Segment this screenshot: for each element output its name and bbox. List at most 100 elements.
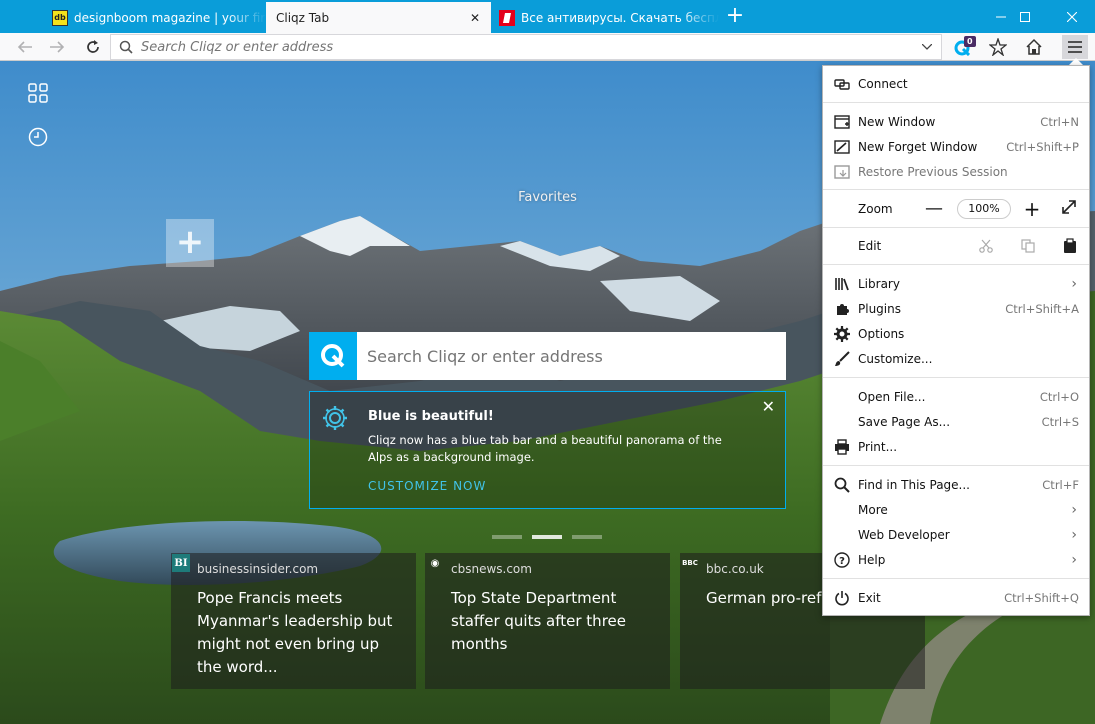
bookmarks-button[interactable] xyxy=(985,35,1011,59)
paintbrush-icon xyxy=(833,350,851,368)
tab-title: Cliqz Tab xyxy=(276,10,330,25)
menu-item-open-file[interactable]: Open File... Ctrl+O xyxy=(823,384,1089,409)
svg-text:?: ? xyxy=(839,556,845,567)
bbc-icon: BBC xyxy=(682,559,698,567)
zoom-out-button[interactable]: — xyxy=(925,198,943,219)
maximize-button[interactable] xyxy=(1002,0,1048,33)
news-domain: bbc.co.uk xyxy=(706,562,764,576)
dropdown-arrow-icon[interactable] xyxy=(913,44,941,50)
cut-icon[interactable] xyxy=(976,239,996,253)
add-favorite-button[interactable]: + xyxy=(166,219,214,267)
forward-button[interactable] xyxy=(44,35,70,59)
power-icon xyxy=(833,589,851,607)
menu-label: Find in This Page... xyxy=(858,477,970,492)
news-headline[interactable]: Top State Department staffer quits after… xyxy=(451,587,651,656)
chevron-right-icon: › xyxy=(1071,501,1077,518)
news-pager xyxy=(492,535,602,539)
menu-item-connect[interactable]: Connect xyxy=(823,71,1089,96)
back-button[interactable] xyxy=(12,35,38,59)
zoom-reset-button[interactable]: 100% xyxy=(957,198,1011,219)
pager-dot[interactable] xyxy=(492,535,522,539)
menu-item-library[interactable]: Library › xyxy=(823,271,1089,296)
tab-designboom[interactable]: db designboom magazine | your first xyxy=(48,2,266,33)
menu-item-customize[interactable]: Customize... xyxy=(823,346,1089,371)
menu-item-help[interactable]: ? Help › xyxy=(823,547,1089,572)
tab-cliqz[interactable]: Cliqz Tab ✕ xyxy=(266,2,491,33)
menu-label: Help xyxy=(858,552,886,567)
close-promo-icon[interactable]: ✕ xyxy=(762,397,775,416)
forget-window-icon xyxy=(833,138,851,156)
menu-label: Restore Previous Session xyxy=(858,164,1008,179)
menu-item-new-forget-window[interactable]: New Forget Window Ctrl+Shift+P xyxy=(823,134,1089,159)
news-card[interactable]: ◉ cbsnews.com Top State Department staff… xyxy=(425,553,670,689)
news-domain: businessinsider.com xyxy=(197,562,319,576)
reload-icon xyxy=(87,40,99,53)
cbs-eye-icon: ◉ xyxy=(430,557,440,569)
chevron-right-icon: › xyxy=(1071,526,1077,543)
menu-item-exit[interactable]: Exit Ctrl+Shift+Q xyxy=(823,585,1089,610)
tab-antivirus[interactable]: Все антивирусы. Скачать беспла xyxy=(493,2,719,33)
menu-label: Library xyxy=(858,276,900,291)
copy-icon[interactable] xyxy=(1018,238,1038,253)
address-input[interactable] xyxy=(141,39,913,55)
home-button[interactable] xyxy=(1021,35,1047,59)
navigation-bar: 0 xyxy=(0,33,1095,61)
close-icon xyxy=(1067,11,1077,22)
pager-dot-active[interactable] xyxy=(532,535,562,539)
fullscreen-icon[interactable] xyxy=(1061,199,1079,218)
restore-session-icon xyxy=(833,163,851,181)
printer-icon xyxy=(833,438,851,456)
open-menu-button[interactable] xyxy=(1062,35,1088,59)
menu-label: Exit xyxy=(858,590,881,605)
menu-divider xyxy=(823,377,1089,378)
close-window-button[interactable] xyxy=(1049,0,1095,33)
paste-icon[interactable] xyxy=(1060,237,1080,254)
menu-divider xyxy=(823,227,1089,228)
close-tab-icon[interactable]: ✕ xyxy=(467,11,483,25)
menu-divider xyxy=(823,264,1089,265)
news-headline[interactable]: Pope Francis meets Myanmar's leadership … xyxy=(197,587,397,679)
customize-now-link[interactable]: CUSTOMIZE NOW xyxy=(368,479,486,493)
chevron-right-icon: › xyxy=(1071,275,1077,292)
search-input[interactable] xyxy=(357,346,786,366)
menu-label: Customize... xyxy=(858,351,933,366)
news-card[interactable]: BI businessinsider.com Pope Francis meet… xyxy=(171,553,416,689)
menu-item-zoom: Zoom — 100% + xyxy=(823,196,1089,221)
menu-label: New Forget Window xyxy=(858,139,978,154)
shortcut: Ctrl+F xyxy=(1042,477,1079,492)
history-clock-icon[interactable] xyxy=(28,127,48,147)
businessinsider-icon: BI xyxy=(172,554,190,572)
menu-label: More xyxy=(858,502,888,517)
menu-label: New Window xyxy=(858,114,936,129)
menu-item-find[interactable]: Find in This Page... Ctrl+F xyxy=(823,472,1089,497)
cliqz-search-box[interactable] xyxy=(309,332,786,380)
menu-label: Edit xyxy=(858,238,882,253)
menu-divider xyxy=(823,465,1089,466)
new-tab-button[interactable]: + xyxy=(722,4,748,30)
help-icon: ? xyxy=(833,551,851,569)
menu-label: Open File... xyxy=(858,389,926,404)
cliqz-extension-button[interactable]: 0 xyxy=(952,36,976,58)
menu-item-save-page[interactable]: Save Page As... Ctrl+S xyxy=(823,409,1089,434)
home-icon xyxy=(1026,38,1042,55)
menu-item-new-window[interactable]: New Window Ctrl+N xyxy=(823,109,1089,134)
star-icon xyxy=(989,38,1007,56)
menu-divider xyxy=(823,102,1089,103)
forward-arrow-icon xyxy=(50,41,65,53)
menu-item-web-developer[interactable]: Web Developer › xyxy=(823,522,1089,547)
menu-item-print[interactable]: Print... xyxy=(823,434,1089,459)
pager-dot[interactable] xyxy=(572,535,602,539)
zoom-in-button[interactable]: + xyxy=(1022,197,1042,221)
url-bar[interactable] xyxy=(110,34,942,60)
reload-button[interactable] xyxy=(80,35,106,59)
promo-title: Blue is beautiful! xyxy=(368,409,494,424)
menu-item-more[interactable]: More › xyxy=(823,497,1089,522)
gear-icon xyxy=(322,405,348,434)
menu-label: Print... xyxy=(858,439,898,454)
shortcut: Ctrl+Shift+Q xyxy=(1004,590,1079,605)
grid-view-icon[interactable] xyxy=(28,83,48,103)
menu-item-options[interactable]: Options xyxy=(823,321,1089,346)
menu-item-restore-session[interactable]: Restore Previous Session xyxy=(823,159,1089,184)
menu-item-plugins[interactable]: Plugins Ctrl+Shift+A xyxy=(823,296,1089,321)
shortcut: Ctrl+N xyxy=(1040,114,1079,129)
